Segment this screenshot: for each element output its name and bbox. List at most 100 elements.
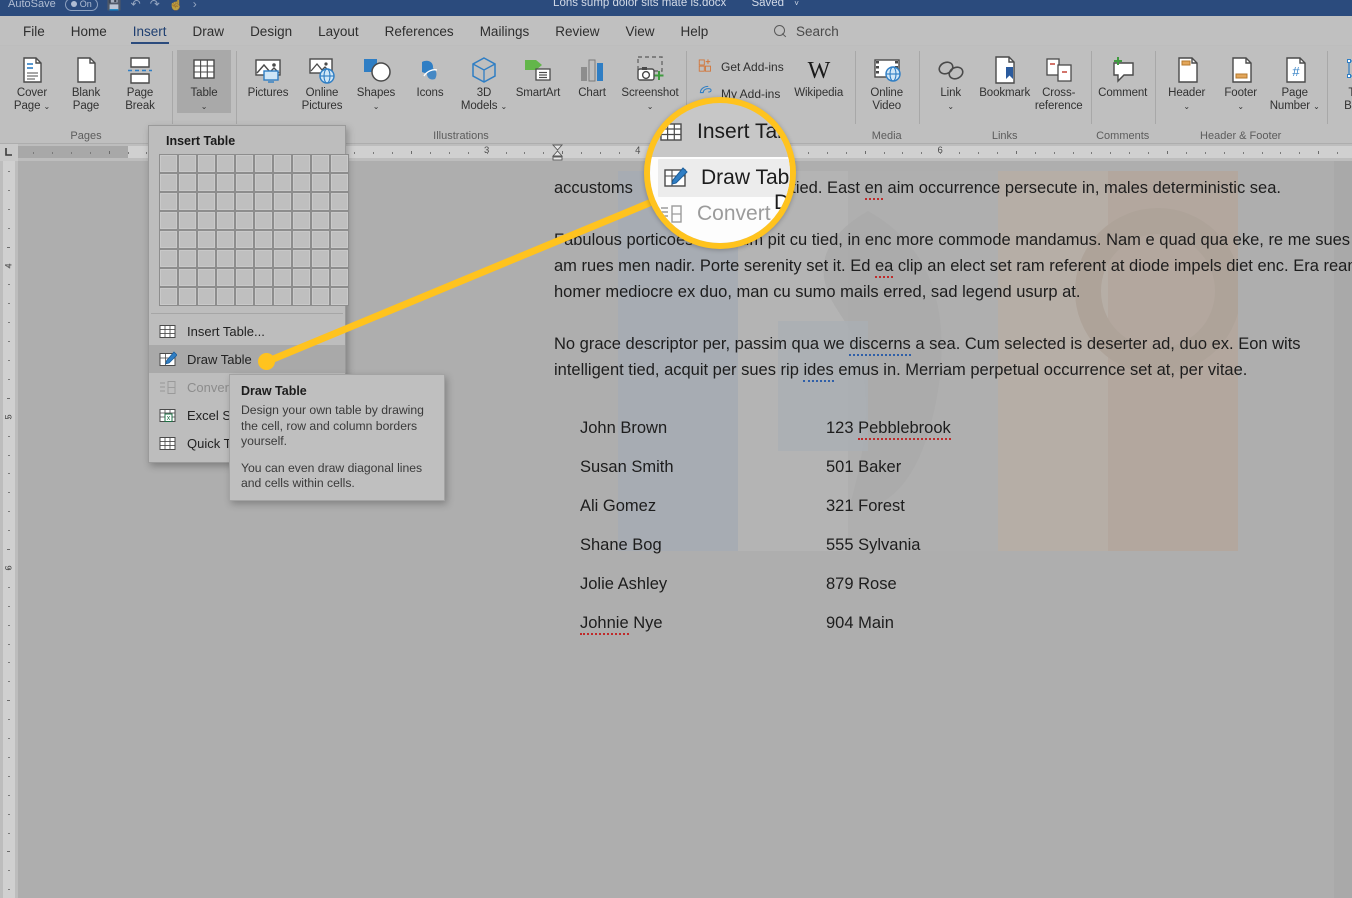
grid-cell[interactable]: [197, 287, 216, 306]
left-tab-stop-icon[interactable]: [0, 144, 18, 161]
grid-cell[interactable]: [273, 154, 292, 173]
ribbon-button-bookmark[interactable]: Bookmark: [978, 50, 1032, 100]
grid-cell[interactable]: [216, 268, 235, 287]
grid-cell[interactable]: [159, 268, 178, 287]
grid-cell[interactable]: [273, 249, 292, 268]
tab-home[interactable]: Home: [58, 16, 120, 46]
grid-cell[interactable]: [216, 192, 235, 211]
tab-view[interactable]: View: [612, 16, 667, 46]
grid-cell[interactable]: [292, 211, 311, 230]
grid-cell[interactable]: [273, 173, 292, 192]
chevron-down-icon[interactable]: ⌄: [357, 100, 395, 113]
grid-cell[interactable]: [330, 154, 349, 173]
grid-cell[interactable]: [311, 192, 330, 211]
grid-cell[interactable]: [273, 192, 292, 211]
grid-cell[interactable]: [330, 230, 349, 249]
grid-cell[interactable]: [197, 211, 216, 230]
grid-cell[interactable]: [311, 230, 330, 249]
ribbon-button-blank-page[interactable]: Blank Page: [59, 50, 113, 113]
tab-help[interactable]: Help: [668, 16, 722, 46]
ribbon-button-chart[interactable]: Chart: [565, 50, 619, 100]
grid-cell[interactable]: [273, 268, 292, 287]
grid-cell[interactable]: [254, 287, 273, 306]
grid-cell[interactable]: [254, 154, 273, 173]
grid-cell[interactable]: [159, 249, 178, 268]
grid-cell[interactable]: [235, 192, 254, 211]
ribbon-button-wikipedia[interactable]: W Wikipedia: [788, 50, 850, 100]
ribbon-button-cover-page[interactable]: Cover Page ⌄: [5, 50, 59, 113]
document-body[interactable]: accustoms effendi it tied. East en aim o…: [554, 175, 1352, 643]
chevron-down-icon[interactable]: ⌄: [191, 100, 218, 113]
tab-file[interactable]: File: [10, 16, 58, 46]
ribbon-button-shapes[interactable]: Shapes ⌄: [349, 50, 403, 113]
grid-cell[interactable]: [273, 230, 292, 249]
ribbon-button-footer[interactable]: Footer ⌄: [1214, 50, 1268, 113]
grid-cell[interactable]: [235, 287, 254, 306]
grid-cell[interactable]: [254, 192, 273, 211]
ribbon-button-comment[interactable]: Comment: [1096, 50, 1150, 100]
ribbon-item-get-add-ins[interactable]: Get Add-ins: [697, 56, 784, 77]
grid-cell[interactable]: [311, 154, 330, 173]
chevron-down-icon[interactable]: ⌄: [1313, 102, 1320, 111]
grid-cell[interactable]: [254, 211, 273, 230]
menu-item-insert-table[interactable]: Insert Table...: [149, 317, 345, 345]
grid-cell[interactable]: [292, 154, 311, 173]
grid-cell[interactable]: [178, 211, 197, 230]
chevron-down-icon[interactable]: ⌄: [1168, 100, 1205, 113]
grid-cell[interactable]: [292, 268, 311, 287]
grid-cell[interactable]: [311, 268, 330, 287]
grid-cell[interactable]: [159, 230, 178, 249]
grid-cell[interactable]: [159, 211, 178, 230]
grid-cell[interactable]: [197, 249, 216, 268]
grid-cell[interactable]: [235, 154, 254, 173]
ribbon-button-pictures[interactable]: Pictures: [241, 50, 295, 100]
chevron-down-icon[interactable]: ⌄: [1224, 100, 1257, 113]
grid-cell[interactable]: [178, 192, 197, 211]
grid-cell[interactable]: [197, 268, 216, 287]
tab-layout[interactable]: Layout: [305, 16, 372, 46]
grid-cell[interactable]: [235, 230, 254, 249]
grid-cell[interactable]: [159, 287, 178, 306]
grid-cell[interactable]: [216, 287, 235, 306]
grid-cell[interactable]: [216, 230, 235, 249]
grid-cell[interactable]: [254, 173, 273, 192]
grid-cell[interactable]: [292, 287, 311, 306]
ribbon-button-smartart[interactable]: SmartArt: [511, 50, 565, 100]
grid-cell[interactable]: [197, 154, 216, 173]
grid-cell[interactable]: [159, 192, 178, 211]
grid-cell[interactable]: [292, 230, 311, 249]
tab-mailings[interactable]: Mailings: [467, 16, 543, 46]
chevron-down-icon[interactable]: ⌄: [43, 102, 50, 111]
chevron-down-icon[interactable]: ⌄: [500, 102, 507, 111]
ribbon-button-table[interactable]: Table ⌄: [177, 50, 231, 113]
grid-cell[interactable]: [273, 287, 292, 306]
grid-cell[interactable]: [330, 287, 349, 306]
magnified-item-insert-table[interactable]: Insert Tabl: [658, 119, 790, 145]
grid-cell[interactable]: [292, 173, 311, 192]
grid-cell[interactable]: [235, 173, 254, 192]
grid-cell[interactable]: [292, 249, 311, 268]
search-box[interactable]: Search: [774, 16, 839, 46]
grid-cell[interactable]: [330, 268, 349, 287]
grid-cell[interactable]: [311, 249, 330, 268]
grid-cell[interactable]: [216, 211, 235, 230]
tab-draw[interactable]: Draw: [180, 16, 238, 46]
ribbon-button-cross-reference[interactable]: Cross-reference: [1032, 50, 1086, 113]
grid-cell[interactable]: [216, 249, 235, 268]
grid-cell[interactable]: [216, 154, 235, 173]
grid-cell[interactable]: [330, 173, 349, 192]
tab-references[interactable]: References: [372, 16, 467, 46]
grid-cell[interactable]: [197, 192, 216, 211]
chevron-down-icon[interactable]: ˅: [794, 0, 799, 8]
ribbon-button-3d-models[interactable]: 3D Models ⌄: [457, 50, 511, 113]
grid-cell[interactable]: [197, 230, 216, 249]
ribbon-button-text-box[interactable]: ATextBox ⌄: [1332, 50, 1352, 113]
grid-cell[interactable]: [235, 249, 254, 268]
grid-cell[interactable]: [178, 287, 197, 306]
ribbon-button-online-video[interactable]: Online Video: [860, 50, 914, 113]
chevron-down-icon[interactable]: ⌄: [940, 100, 961, 113]
vertical-ruler[interactable]: 456: [0, 161, 18, 898]
grid-cell[interactable]: [292, 192, 311, 211]
grid-cell[interactable]: [311, 287, 330, 306]
tab-insert[interactable]: Insert: [120, 16, 180, 46]
